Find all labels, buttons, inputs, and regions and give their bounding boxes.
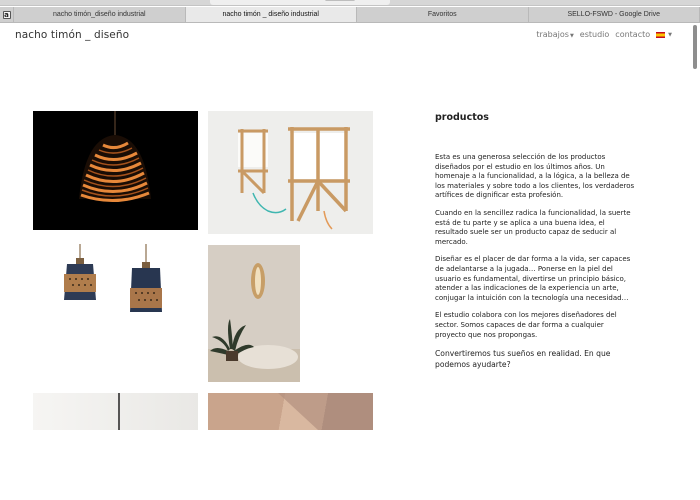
amazon-icon: a <box>2 11 11 19</box>
tab-1[interactable]: nacho timón_diseño industrial <box>14 7 186 22</box>
products-description: productos Esta es una generosa selección… <box>435 112 635 378</box>
tab-google-drive[interactable]: SELLO-FSWD - Google Drive <box>529 7 700 22</box>
tab-2-active[interactable]: nacho timón _ diseño industrial <box>185 7 357 22</box>
product-image <box>118 393 120 430</box>
gallery-item-pendant-lamps-blue[interactable] <box>33 240 198 320</box>
toolbar-buttons <box>646 0 692 15</box>
spiral-lamp-image <box>79 111 151 203</box>
nav-contacto[interactable]: contacto <box>615 30 650 39</box>
paragraph-cta: Convertiremos tus sueños en realidad. En… <box>435 349 611 370</box>
table-lamps-image <box>208 111 373 234</box>
gallery-item-product-photo-6[interactable] <box>208 393 373 430</box>
gallery-item-wall-lamp-brass[interactable] <box>208 245 300 382</box>
nav-estudio[interactable]: estudio <box>580 30 610 39</box>
wall-lamp-image <box>208 245 300 382</box>
page-scrollbar[interactable] <box>692 24 698 430</box>
gallery-item-pendant-lamp-spiral[interactable] <box>33 111 198 230</box>
main-nav: trabajos▼ estudio contacto ▼ <box>536 30 672 39</box>
blue-pendant-lamps-image <box>64 244 162 312</box>
spain-flag-icon <box>656 31 666 38</box>
paragraph-simplicity: Cuando en la sencillez radica la funcion… <box>435 208 631 246</box>
nav-trabajos-label: trabajos <box>536 30 569 39</box>
nav-trabajos[interactable]: trabajos▼ <box>536 30 573 39</box>
caret-down-icon: ▼ <box>668 31 672 38</box>
scroll-thumb[interactable] <box>693 25 697 69</box>
product-image <box>278 393 373 430</box>
caret-down-icon: ▼ <box>569 33 574 39</box>
pinned-tab[interactable]: a <box>0 7 14 23</box>
paragraph-design: Diseñar es el placer de dar forma a la v… <box>435 255 631 302</box>
address-bar[interactable] <box>210 0 390 5</box>
paragraph-intro: Esta es una generosa selección de los pr… <box>435 153 635 200</box>
language-selector[interactable]: ▼ <box>656 31 672 38</box>
gallery-item-table-lamps-wood[interactable] <box>208 111 373 234</box>
tab-favoritos[interactable]: Favoritos <box>357 7 529 22</box>
tab-bar: a nacho timón_diseño industrial nacho ti… <box>0 7 700 23</box>
site-logo[interactable]: nacho timón _ diseño <box>15 29 129 41</box>
paragraph-collaboration: El estudio colabora con los mejores dise… <box>435 311 617 339</box>
blank-area <box>0 431 700 500</box>
gallery-item-product-photo-5[interactable] <box>33 393 198 430</box>
browser-toolbar <box>0 0 700 15</box>
page-title: productos <box>435 112 489 123</box>
